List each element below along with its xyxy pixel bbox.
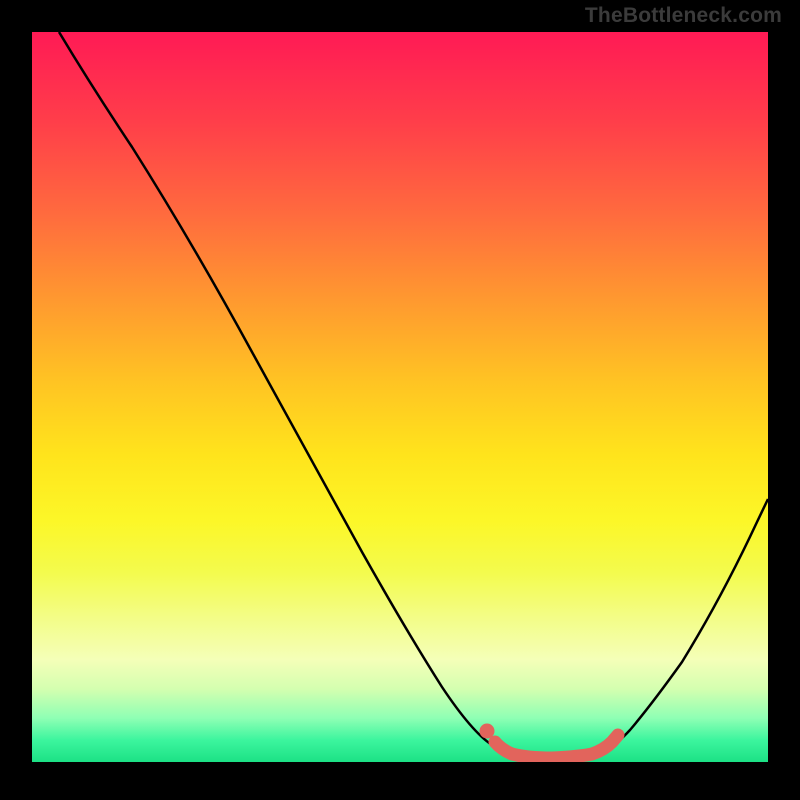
highlight-band (495, 735, 618, 758)
plot-area (32, 32, 768, 762)
right-curve (606, 499, 768, 750)
watermark-text: TheBottleneck.com (585, 4, 782, 28)
left-curve (59, 32, 506, 750)
curves-svg (32, 32, 768, 762)
highlight-dot (480, 724, 495, 739)
chart-container: TheBottleneck.com (0, 0, 800, 800)
